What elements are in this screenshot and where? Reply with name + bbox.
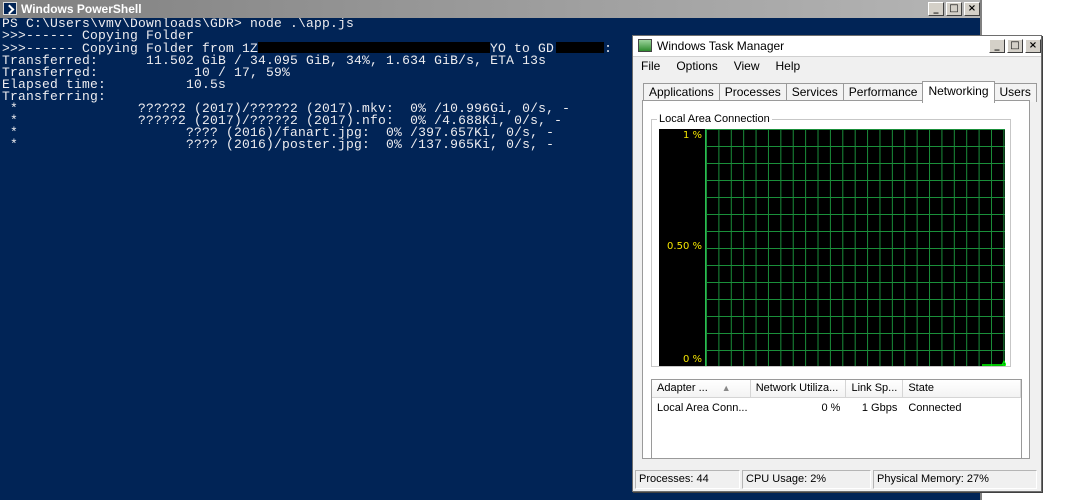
powershell-icon bbox=[3, 2, 17, 15]
column-link-speed[interactable]: Link Sp... bbox=[846, 380, 904, 397]
menu-options[interactable]: Options bbox=[668, 57, 725, 75]
status-bar: Processes: 44 CPU Usage: 2% Physical Mem… bbox=[635, 470, 1039, 489]
menu-help[interactable]: Help bbox=[768, 57, 809, 75]
connection-group: Local Area Connection 1 % 0.50 % 0 % bbox=[651, 112, 1011, 367]
status-cpu: CPU Usage: 2% bbox=[742, 470, 871, 489]
maximize-button[interactable]: □ bbox=[946, 2, 962, 16]
table-row[interactable]: Local Area Conn... 0 % 1 Gbps Connected bbox=[652, 401, 1021, 417]
task-manager-title: Windows Task Manager bbox=[657, 39, 785, 53]
utilization-line bbox=[982, 359, 1006, 366]
graph-plot bbox=[705, 129, 1006, 366]
status-processes: Processes: 44 bbox=[635, 470, 740, 489]
minimize-button[interactable]: _ bbox=[928, 2, 944, 16]
menu-view[interactable]: View bbox=[726, 57, 768, 75]
axis-label-top: 1 % bbox=[682, 130, 702, 141]
tab-strip: Applications Processes Services Performa… bbox=[643, 81, 1037, 103]
close-button[interactable]: × bbox=[1025, 39, 1041, 53]
axis-label-mid: 0.50 % bbox=[667, 241, 702, 252]
task-manager-window[interactable]: Windows Task Manager _ □ × File Options … bbox=[632, 35, 1042, 492]
column-utilization[interactable]: Network Utiliza... bbox=[750, 380, 847, 397]
close-button[interactable]: × bbox=[964, 2, 980, 16]
menu-bar: File Options View Help bbox=[633, 57, 1041, 75]
connection-group-label: Local Area Connection bbox=[657, 112, 772, 126]
table-header: Adapter ... ▲ Network Utiliza... Link Sp.… bbox=[652, 380, 1021, 398]
menu-file[interactable]: File bbox=[633, 57, 668, 75]
graph-axis: 1 % 0.50 % 0 % bbox=[659, 129, 705, 366]
cell-utilization: 0 % bbox=[821, 402, 841, 414]
powershell-titlebar[interactable]: Windows PowerShell _ □ × bbox=[0, 0, 980, 18]
cell-link-speed: 1 Gbps bbox=[861, 402, 898, 414]
adapter-table[interactable]: Adapter ... ▲ Network Utiliza... Link Sp.… bbox=[651, 379, 1022, 459]
axis-label-bottom: 0 % bbox=[682, 354, 702, 365]
redacted-block bbox=[556, 42, 605, 53]
task-manager-icon bbox=[638, 39, 652, 52]
column-adapter[interactable]: Adapter ... ▲ bbox=[652, 380, 751, 397]
task-manager-titlebar[interactable]: Windows Task Manager _ □ × bbox=[633, 36, 1041, 57]
network-graph: 1 % 0.50 % 0 % bbox=[659, 129, 1006, 366]
cell-adapter: Local Area Conn... bbox=[657, 402, 748, 414]
networking-panel: Local Area Connection 1 % 0.50 % 0 % Ada… bbox=[642, 100, 1030, 459]
column-state[interactable]: State bbox=[903, 380, 1021, 397]
minimize-button[interactable]: _ bbox=[989, 39, 1005, 53]
status-memory: Physical Memory: 27% bbox=[873, 470, 1037, 489]
redacted-block bbox=[258, 42, 491, 53]
maximize-button[interactable]: □ bbox=[1007, 39, 1023, 53]
cell-state: Connected bbox=[908, 402, 962, 414]
tab-networking[interactable]: Networking bbox=[922, 81, 995, 103]
powershell-title: Windows PowerShell bbox=[21, 2, 142, 16]
sort-arrow-icon: ▲ bbox=[721, 383, 731, 393]
